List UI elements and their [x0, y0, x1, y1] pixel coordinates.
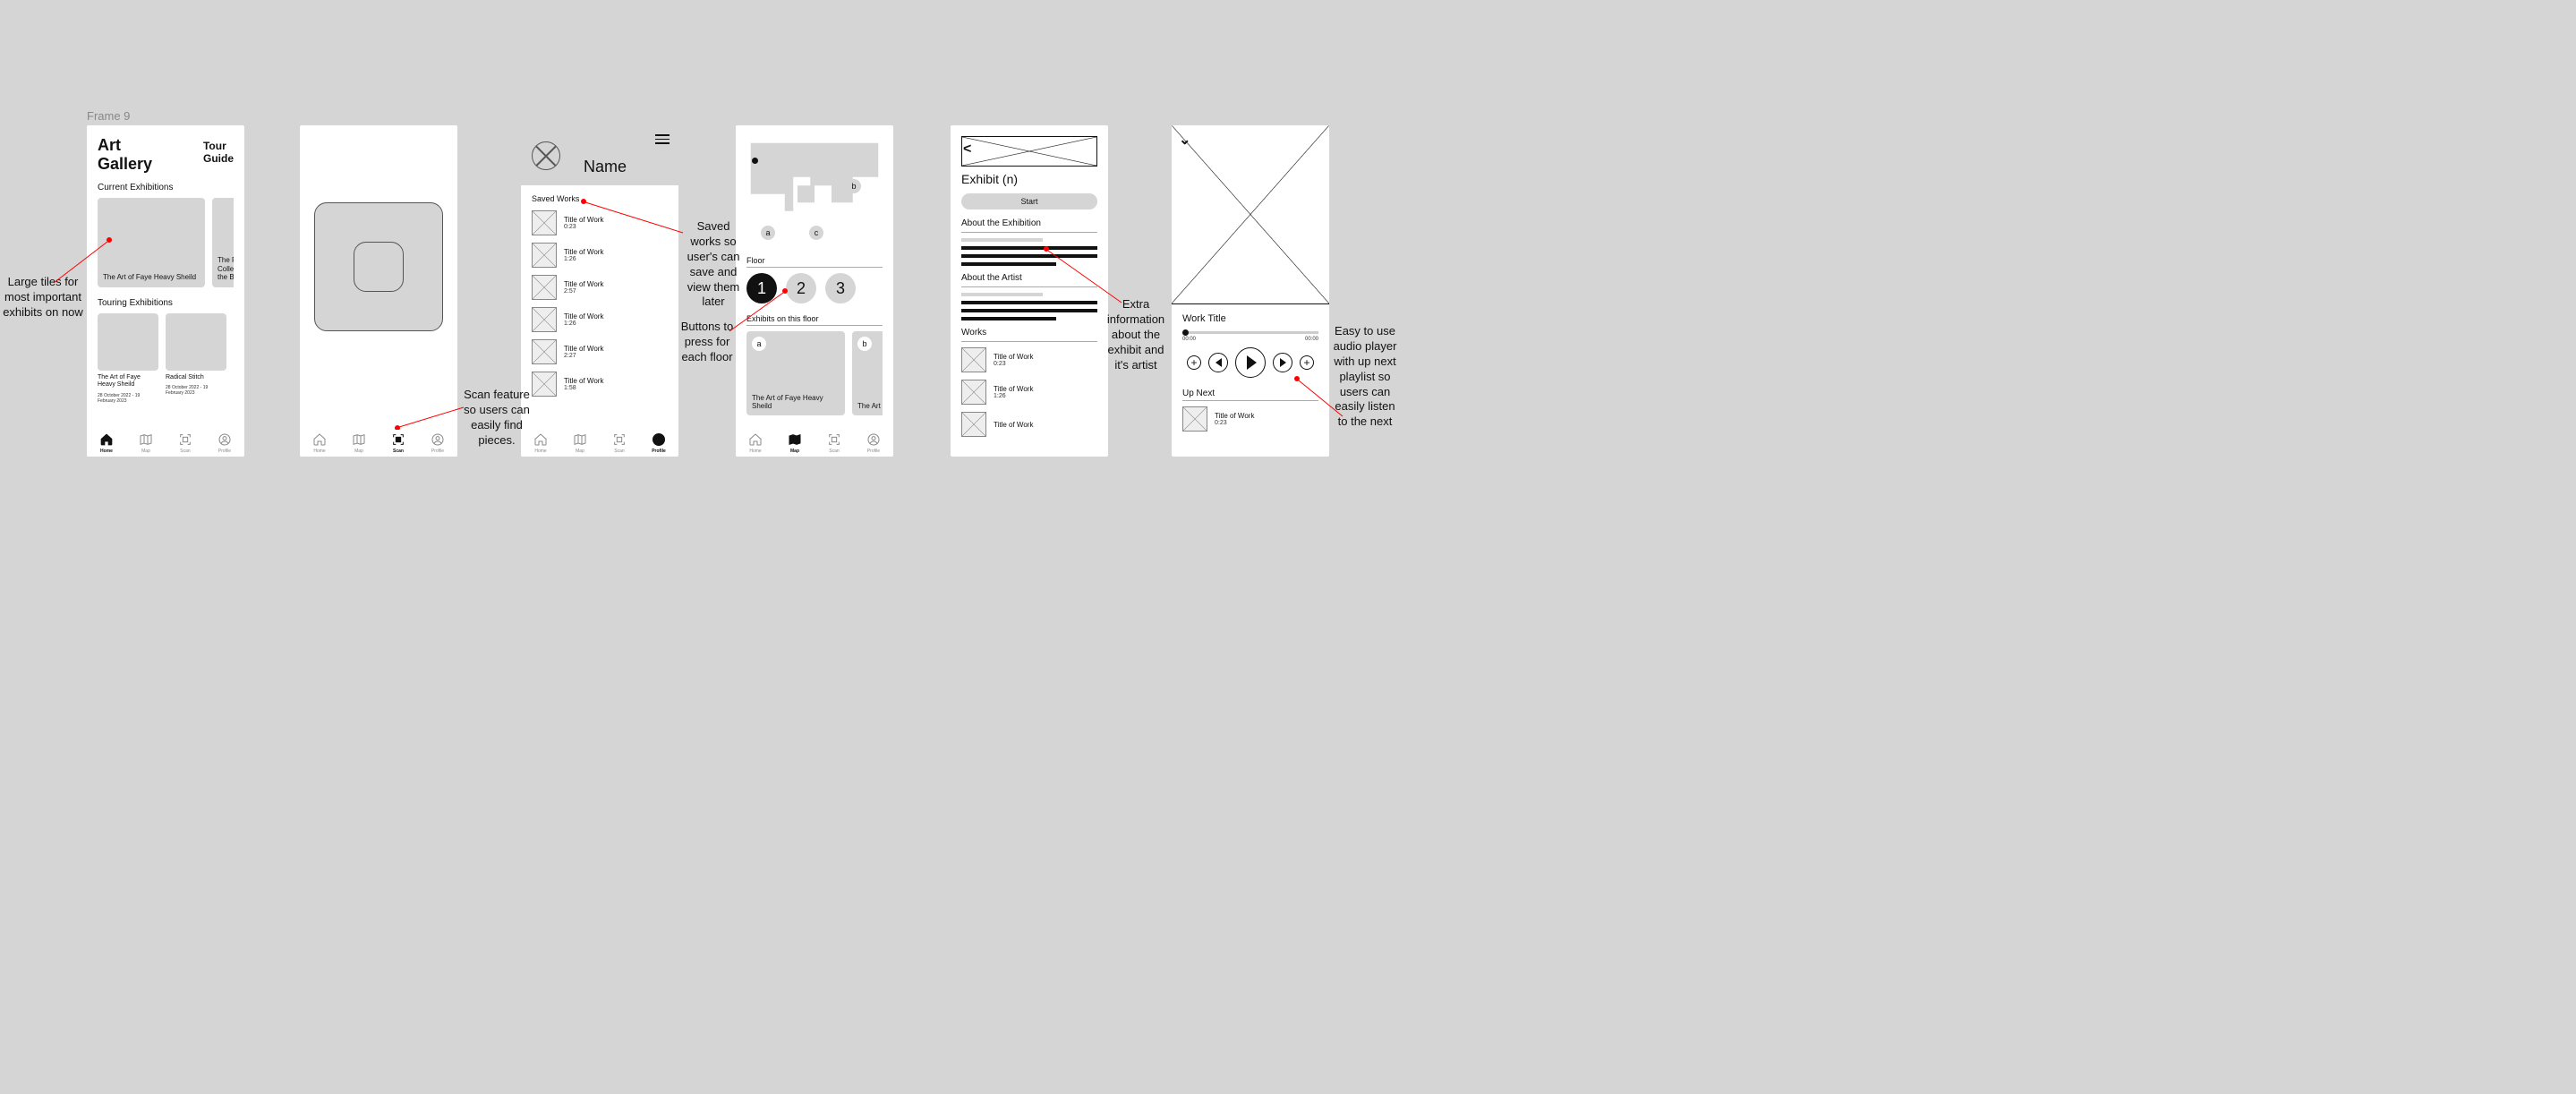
back-icon[interactable]: <: [963, 141, 971, 158]
nav-home[interactable]: Home: [306, 432, 333, 454]
exhibit-card[interactable]: b The Art of: [852, 331, 883, 415]
app-title: Art Gallery: [98, 136, 152, 174]
work-thumbnail: [532, 307, 557, 332]
map-label-c: c: [809, 226, 823, 240]
work-row[interactable]: Title of Work1:26: [961, 380, 1097, 405]
hero-image: [961, 136, 1097, 167]
nav-home[interactable]: Home: [93, 432, 120, 454]
work-thumbnail: [532, 275, 557, 300]
total-time: 00:00: [1305, 337, 1318, 342]
nav-profile[interactable]: Profile: [424, 432, 451, 454]
floor-button-3[interactable]: 3: [825, 273, 856, 303]
nav-profile[interactable]: Profile: [645, 432, 672, 454]
exhibit-title: Exhibit (n): [961, 172, 1097, 186]
map-user-dot: [752, 158, 758, 164]
map-label-b: b: [847, 179, 861, 193]
floor-label: Floor: [746, 256, 883, 265]
nav-home[interactable]: Home: [527, 432, 554, 454]
scan-viewport[interactable]: [314, 202, 443, 331]
touring-tile[interactable]: Radical Stitch 28 October 2022 - 19 Febr…: [166, 313, 226, 404]
exhibition-tile[interactable]: The Permanent Collection: the Bat Kno: [212, 198, 234, 287]
screen-profile: Name Saved Works Title of Work0:23Title …: [521, 125, 678, 457]
works-heading: Works: [961, 328, 1097, 338]
nav-map[interactable]: Map: [132, 432, 159, 454]
nav-scan[interactable]: Scan: [821, 432, 848, 454]
work-thumbnail: [1182, 406, 1207, 432]
about-exhibition-heading: About the Exhibition: [961, 218, 1097, 228]
frame-label: Frame 9: [87, 109, 130, 123]
work-row[interactable]: Title of Work2:27: [532, 339, 668, 364]
map-label-a: a: [761, 226, 775, 240]
queue-add-button[interactable]: +: [1187, 355, 1201, 370]
work-row[interactable]: Title of Work1:58: [532, 372, 668, 397]
hamburger-icon[interactable]: [655, 134, 670, 144]
work-row[interactable]: Title of Work: [961, 412, 1097, 437]
work-thumbnail: [532, 372, 557, 397]
work-title: Work Title: [1182, 313, 1318, 324]
profile-name: Name: [584, 158, 627, 176]
avatar[interactable]: [532, 141, 560, 170]
nav-map[interactable]: Map: [781, 432, 808, 454]
work-thumbnail: [532, 210, 557, 235]
exhibit-card[interactable]: a The Art of Faye Heavy Sheild: [746, 331, 845, 415]
app-subtitle: Tour Guide: [203, 140, 234, 165]
work-row[interactable]: Title of Work2:57: [532, 275, 668, 300]
touring-exhibitions-heading: Touring Exhibitions: [98, 298, 234, 308]
current-exhibitions-heading: Current Exhibitions: [98, 183, 234, 192]
nav-map[interactable]: Map: [567, 432, 593, 454]
nav-scan[interactable]: Scan: [606, 432, 633, 454]
work-row[interactable]: Title of Work1:26: [532, 307, 668, 332]
touring-tile[interactable]: The Art of Faye Heavy Sheild 28 October …: [98, 313, 158, 404]
prev-button[interactable]: [1208, 353, 1228, 372]
work-thumbnail: [961, 412, 986, 437]
nav-profile[interactable]: Profile: [860, 432, 887, 454]
annotation: Extra information about the exhibit and …: [1105, 297, 1167, 372]
player-artwork: [1172, 125, 1329, 304]
elapsed-time: 00:00: [1182, 337, 1196, 342]
screen-home: Art Gallery Tour Guide Current Exhibitio…: [87, 125, 244, 457]
play-button[interactable]: [1235, 347, 1266, 378]
nav-scan[interactable]: Scan: [172, 432, 199, 454]
nav-scan[interactable]: Scan: [385, 432, 412, 454]
start-button[interactable]: Start: [961, 193, 1097, 209]
nav-map[interactable]: Map: [345, 432, 372, 454]
next-button[interactable]: [1273, 353, 1292, 372]
floor-map[interactable]: a b c: [746, 136, 883, 244]
work-thumbnail: [961, 347, 986, 372]
work-thumbnail: [961, 380, 986, 405]
work-thumbnail: [532, 243, 557, 268]
work-row[interactable]: Title of Work0:23: [961, 347, 1097, 372]
chevron-down-icon[interactable]: ⌄: [1179, 131, 1190, 149]
progress-thumb[interactable]: [1182, 329, 1189, 336]
nav-home[interactable]: Home: [742, 432, 769, 454]
work-thumbnail: [532, 339, 557, 364]
scan-target: [354, 242, 404, 292]
progress-track[interactable]: [1182, 331, 1318, 334]
queue-add-button[interactable]: +: [1300, 355, 1314, 370]
work-row[interactable]: Title of Work1:26: [532, 243, 668, 268]
nav-profile[interactable]: Profile: [211, 432, 238, 454]
